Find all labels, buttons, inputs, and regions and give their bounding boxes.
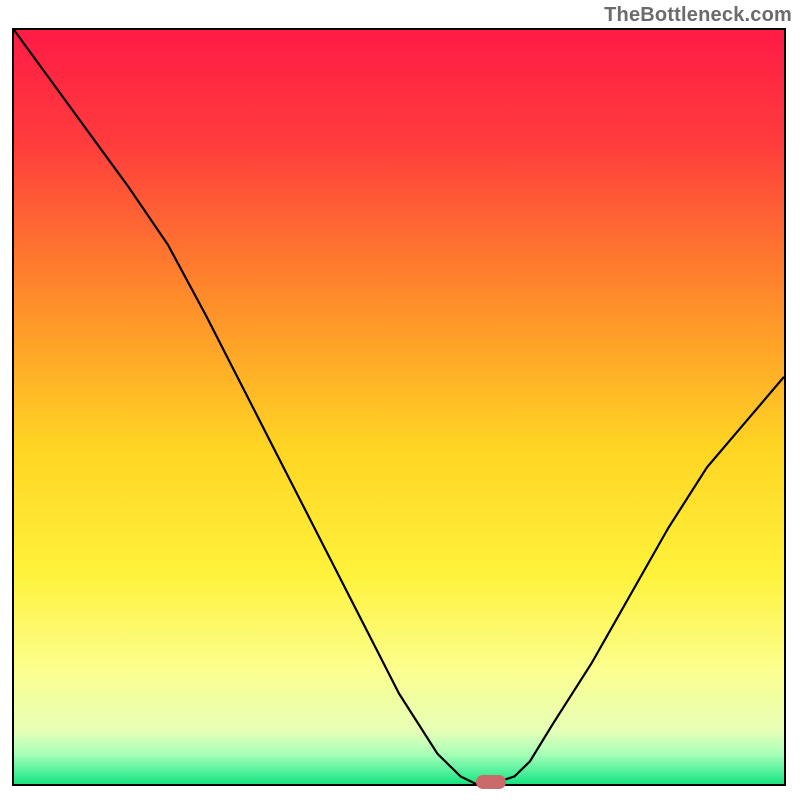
optimal-point-marker	[476, 775, 506, 789]
watermark-text: TheBottleneck.com	[604, 4, 792, 27]
plot-frame	[12, 28, 786, 786]
chart-page: TheBottleneck.com	[0, 0, 800, 800]
plot-svg	[14, 30, 784, 784]
plot-background	[14, 30, 784, 784]
